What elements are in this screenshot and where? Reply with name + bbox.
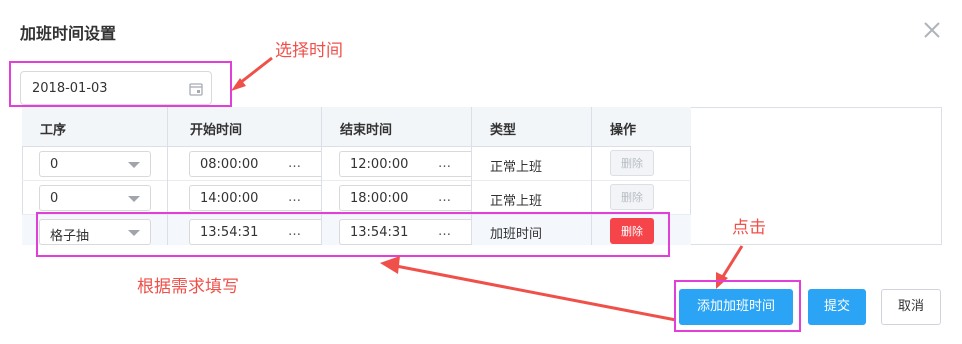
table-empty-area xyxy=(691,107,942,245)
annotation-fill-as-needed: 根据需求填写 xyxy=(137,277,239,297)
cancel-button[interactable]: 取消 xyxy=(881,289,941,325)
end-time-value: 12:00:00 xyxy=(350,157,409,172)
start-time-input[interactable]: 08:00:00 … xyxy=(189,151,322,177)
type-label: 正常上班 xyxy=(490,194,543,209)
end-time-input[interactable]: 12:00:00 … xyxy=(339,151,472,177)
start-time-more: … xyxy=(288,156,301,171)
end-time-value: 18:00:00 xyxy=(350,191,409,206)
process-select[interactable]: 0 xyxy=(39,151,151,177)
end-time-more: … xyxy=(438,190,451,205)
submit-button[interactable]: 提交 xyxy=(808,289,866,325)
process-value: 0 xyxy=(50,191,59,206)
close-icon[interactable] xyxy=(920,18,944,42)
date-highlight-box xyxy=(9,61,232,107)
start-time-more: … xyxy=(288,190,301,205)
annotation-select-time: 选择时间 xyxy=(275,41,343,61)
type-label: 正常上班 xyxy=(490,160,543,175)
process-value: 0 xyxy=(50,157,59,172)
header-start-time: 开始时间 xyxy=(190,123,243,138)
start-time-input[interactable]: 14:00:00 … xyxy=(189,185,322,211)
header-end-time: 结束时间 xyxy=(340,123,393,138)
delete-button[interactable]: 删除 xyxy=(610,184,654,210)
add-button-highlight-box xyxy=(674,280,801,332)
end-time-more: … xyxy=(438,156,451,171)
annotation-click: 点击 xyxy=(732,218,766,238)
header-action: 操作 xyxy=(610,123,637,138)
chevron-down-icon xyxy=(128,196,140,202)
overtime-settings-dialog: 加班时间设置 2018-01-03 工序 开始时间 结束时间 类型 操作 0 0… xyxy=(0,0,962,344)
row-highlight-box xyxy=(36,212,670,257)
chevron-down-icon xyxy=(128,162,140,168)
start-time-value: 08:00:00 xyxy=(200,157,259,172)
delete-button[interactable]: 删除 xyxy=(610,150,654,176)
header-process: 工序 xyxy=(40,123,67,138)
dialog-title: 加班时间设置 xyxy=(20,24,117,43)
end-time-input[interactable]: 18:00:00 … xyxy=(339,185,472,211)
process-select[interactable]: 0 xyxy=(39,185,151,211)
header-type: 类型 xyxy=(490,123,517,138)
start-time-value: 14:00:00 xyxy=(200,191,259,206)
